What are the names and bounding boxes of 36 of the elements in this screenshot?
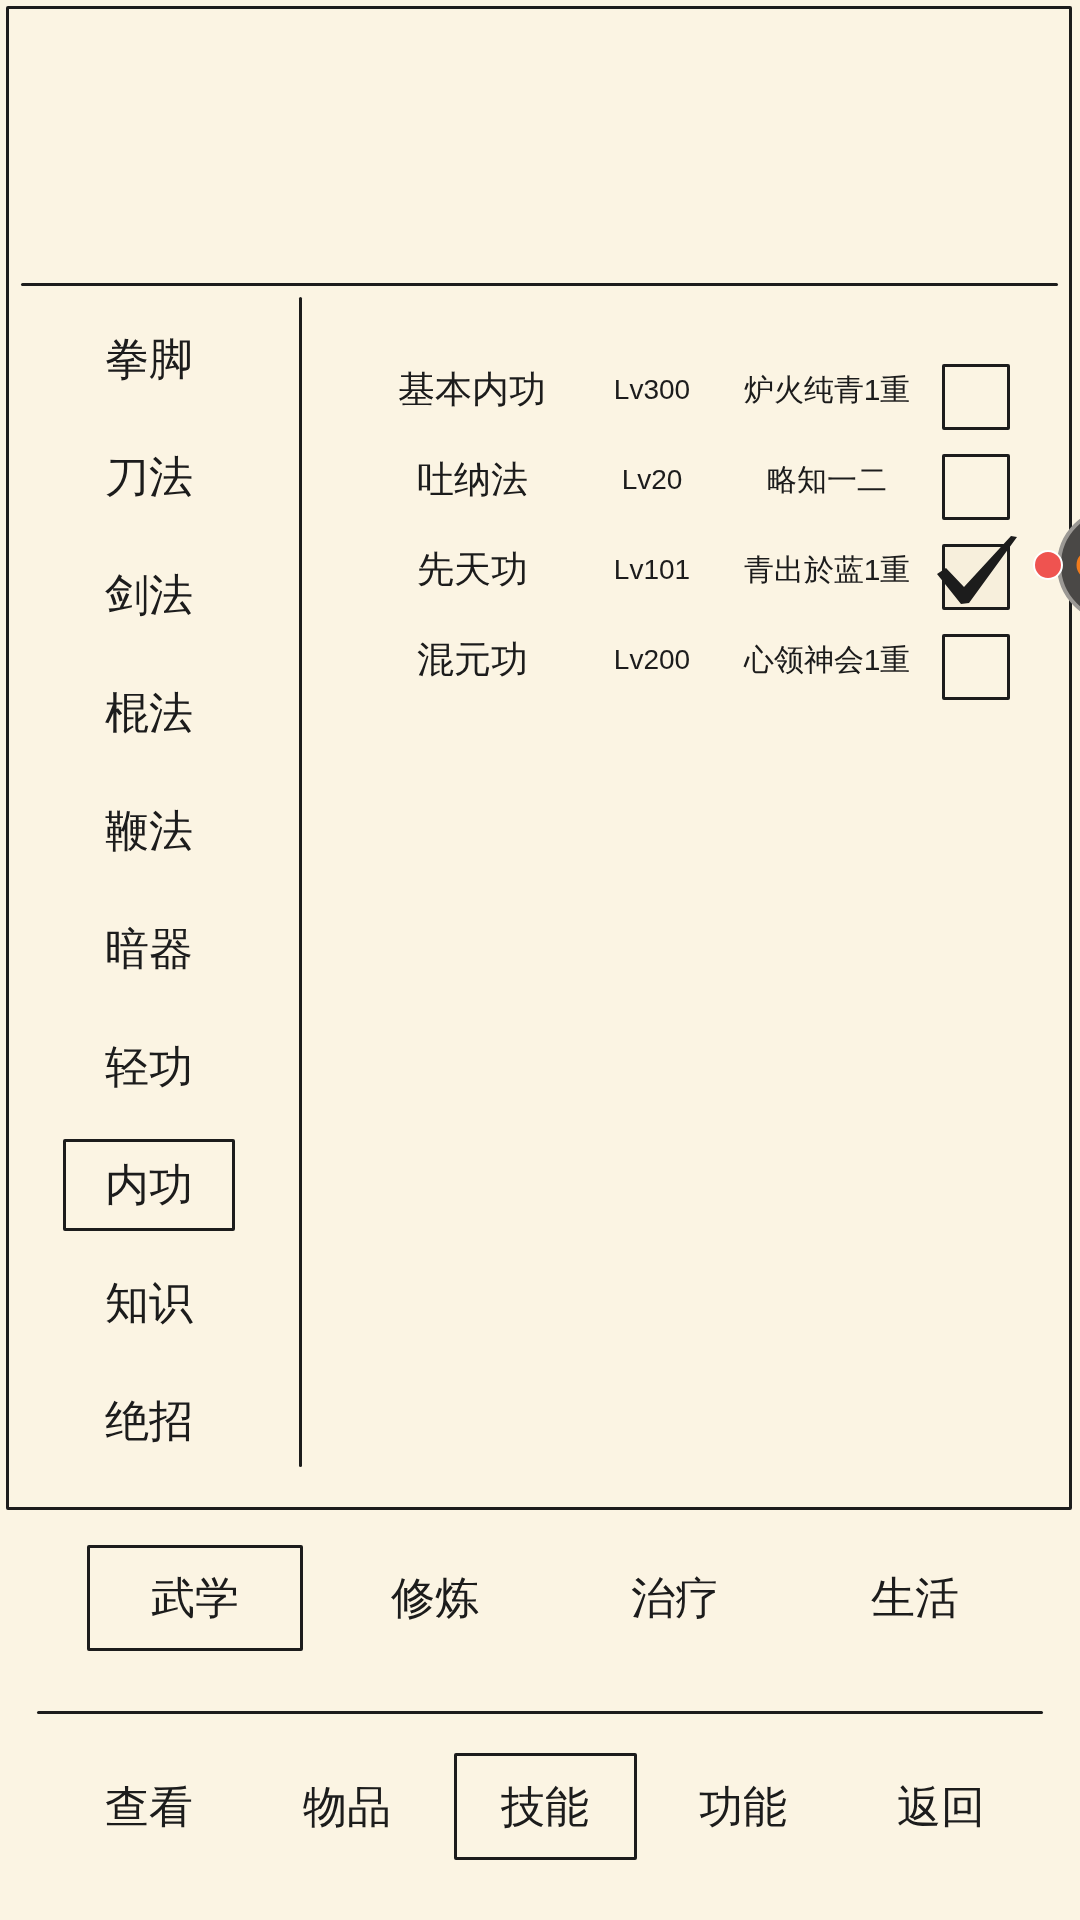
nav-tab[interactable]: 功能 bbox=[651, 1753, 835, 1860]
skill-realm: 略知一二 bbox=[766, 461, 888, 498]
nav-tab[interactable]: 查看 bbox=[57, 1753, 241, 1860]
category-tab[interactable]: 刀法 bbox=[63, 431, 235, 523]
checkbox[interactable] bbox=[942, 364, 1010, 430]
category-tab[interactable]: 暗器 bbox=[63, 903, 235, 995]
checkmark-icon bbox=[936, 534, 1018, 605]
skill-type-tab[interactable]: 武学 bbox=[87, 1545, 303, 1651]
checkbox[interactable] bbox=[942, 634, 1010, 700]
skill-name: 先天功 bbox=[415, 548, 529, 592]
skill-name: 混元功 bbox=[415, 638, 529, 682]
skill-type-tab[interactable]: 治疗 bbox=[567, 1545, 783, 1651]
notification-dot-icon bbox=[1033, 550, 1063, 580]
category-tab[interactable]: 剑法 bbox=[63, 549, 235, 641]
skill-type-tab[interactable]: 生活 bbox=[807, 1545, 1023, 1651]
category-tab[interactable]: 内功 bbox=[63, 1139, 235, 1231]
skill-type-tab[interactable]: 修炼 bbox=[327, 1545, 543, 1651]
skill-name: 吐纳法 bbox=[415, 458, 529, 502]
category-tab[interactable]: 拳脚 bbox=[63, 313, 235, 405]
skill-level: Lv101 bbox=[612, 554, 692, 586]
skill-realm: 心领神会1重 bbox=[742, 641, 912, 678]
skill-level: Lv200 bbox=[612, 644, 692, 676]
skill-level: Lv300 bbox=[612, 374, 692, 406]
nav-tab[interactable]: 技能 bbox=[453, 1753, 637, 1860]
skill-name: 基本内功 bbox=[397, 368, 547, 412]
skill-realm: 青出於蓝1重 bbox=[742, 551, 912, 588]
category-tab[interactable]: 知识 bbox=[63, 1257, 235, 1349]
nav-tab[interactable]: 物品 bbox=[255, 1753, 439, 1860]
category-tab[interactable]: 鞭法 bbox=[63, 785, 235, 877]
skill-realm: 炉火纯青1重 bbox=[742, 371, 912, 408]
category-tab[interactable]: 绝招 bbox=[63, 1375, 235, 1467]
category-tab[interactable]: 轻功 bbox=[63, 1021, 235, 1113]
category-tab[interactable]: 棍法 bbox=[63, 667, 235, 759]
skill-level: Lv20 bbox=[620, 464, 684, 496]
nav-tab[interactable]: 返回 bbox=[849, 1753, 1033, 1860]
checkbox[interactable] bbox=[942, 454, 1010, 520]
